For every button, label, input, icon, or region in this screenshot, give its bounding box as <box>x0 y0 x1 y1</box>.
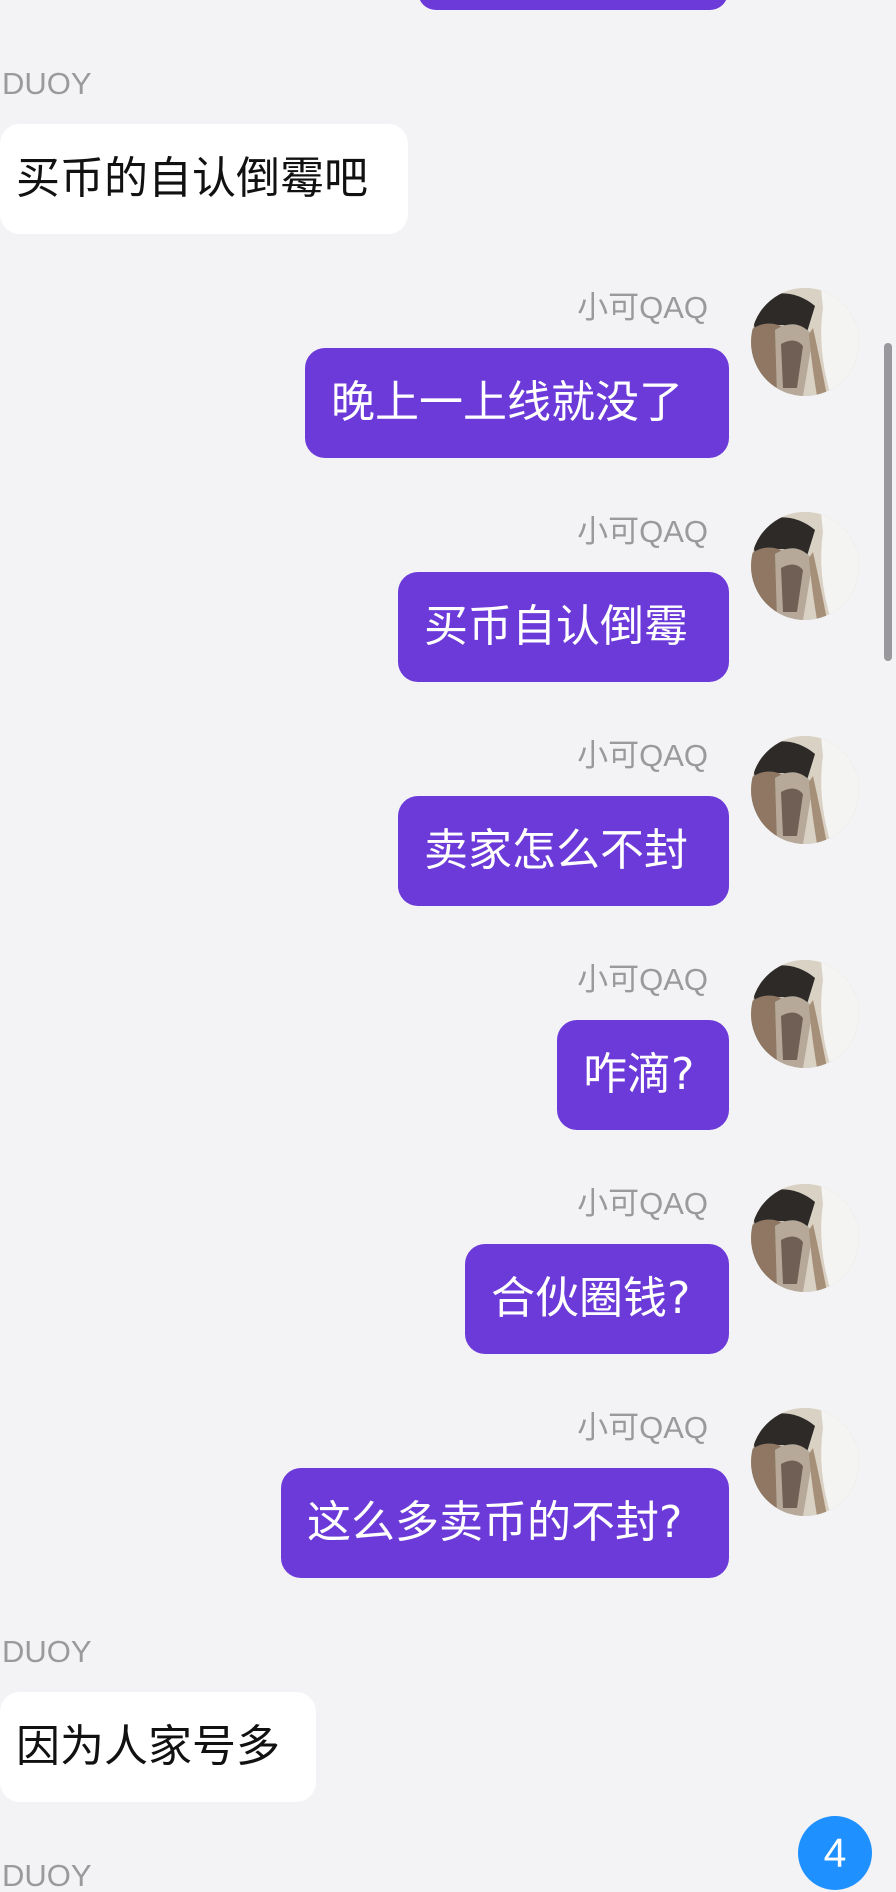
message-text: 晚上一上线就没了 <box>331 377 683 428</box>
incoming-message-bubble[interactable]: 买币的自认倒霉吧 <box>0 124 408 234</box>
outgoing-message-bubble[interactable]: 咋滴? <box>557 1020 729 1130</box>
chat-screen: DUOY 买币的自认倒霉吧 小可QAQ 晚上一上线就没了 小可QAQ 买币自认倒… <box>0 0 896 1892</box>
message-text: 咋滴? <box>583 1049 695 1100</box>
message-text: 这么多卖币的不封? <box>307 1497 683 1548</box>
avatar-image <box>751 736 859 844</box>
avatar-image <box>751 1408 859 1516</box>
user-avatar[interactable] <box>751 736 859 844</box>
message-text: 卖家怎么不封 <box>424 825 688 876</box>
avatar-image <box>751 1184 859 1292</box>
sender-name: DUOY <box>2 66 92 101</box>
outgoing-message-bubble[interactable]: 买币自认倒霉 <box>398 572 729 682</box>
avatar-image <box>751 960 859 1068</box>
outgoing-message-bubble[interactable]: 卖家怎么不封 <box>398 796 729 906</box>
sender-name: DUOY <box>2 1634 92 1669</box>
incoming-message-bubble[interactable]: 因为人家号多 <box>0 1692 316 1802</box>
previous-message-bubble[interactable] <box>418 0 728 10</box>
user-avatar[interactable] <box>751 288 859 396</box>
message-text: 因为人家号多 <box>16 1721 280 1772</box>
outgoing-message-bubble[interactable]: 这么多卖币的不封? <box>281 1468 729 1578</box>
user-avatar[interactable] <box>751 1184 859 1292</box>
avatar-image <box>751 512 859 620</box>
sender-name: DUOY <box>2 1858 92 1892</box>
sender-name: 小可QAQ <box>577 514 708 549</box>
unread-count-badge[interactable]: 4 <box>798 1816 872 1890</box>
sender-name: 小可QAQ <box>577 962 708 997</box>
message-text: 买币自认倒霉 <box>424 601 688 652</box>
message-text: 买币的自认倒霉吧 <box>16 153 368 204</box>
avatar-image <box>751 288 859 396</box>
sender-name: 小可QAQ <box>577 738 708 773</box>
sender-name: 小可QAQ <box>577 1186 708 1221</box>
scrollbar[interactable] <box>884 343 892 661</box>
outgoing-message-bubble[interactable]: 合伙圈钱? <box>465 1244 729 1354</box>
sender-name: 小可QAQ <box>577 290 708 325</box>
user-avatar[interactable] <box>751 1408 859 1516</box>
sender-name: 小可QAQ <box>577 1410 708 1445</box>
outgoing-message-bubble[interactable]: 晚上一上线就没了 <box>305 348 729 458</box>
user-avatar[interactable] <box>751 960 859 1068</box>
user-avatar[interactable] <box>751 512 859 620</box>
message-text: 合伙圈钱? <box>491 1273 691 1324</box>
